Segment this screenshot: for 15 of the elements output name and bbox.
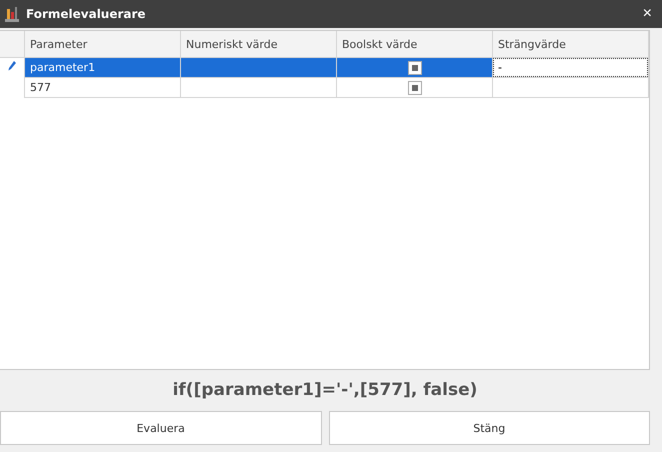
table-cell: parameter1	[24, 58, 180, 78]
checkbox[interactable]	[408, 60, 422, 74]
checkbox[interactable]	[408, 80, 422, 94]
column-header[interactable]: Parameter	[24, 31, 180, 58]
close-button[interactable]: ×	[638, 6, 656, 22]
dialog-button[interactable]: Evaluera	[0, 411, 322, 445]
formula-text: if([parameter1]='-',[577], false)	[172, 379, 478, 402]
column-header[interactable]: Strängvärde	[492, 31, 648, 58]
table-cell: 577	[24, 78, 180, 98]
column-header[interactable]: Numeriskt värde	[180, 31, 336, 58]
bar-chart-icon	[4, 5, 20, 23]
column-header[interactable]: Boolskt värde	[336, 31, 492, 58]
dialog-button[interactable]: Stäng	[328, 411, 650, 445]
window-title: Formelevaluerare	[26, 7, 147, 21]
input-field[interactable]: -	[493, 58, 648, 77]
